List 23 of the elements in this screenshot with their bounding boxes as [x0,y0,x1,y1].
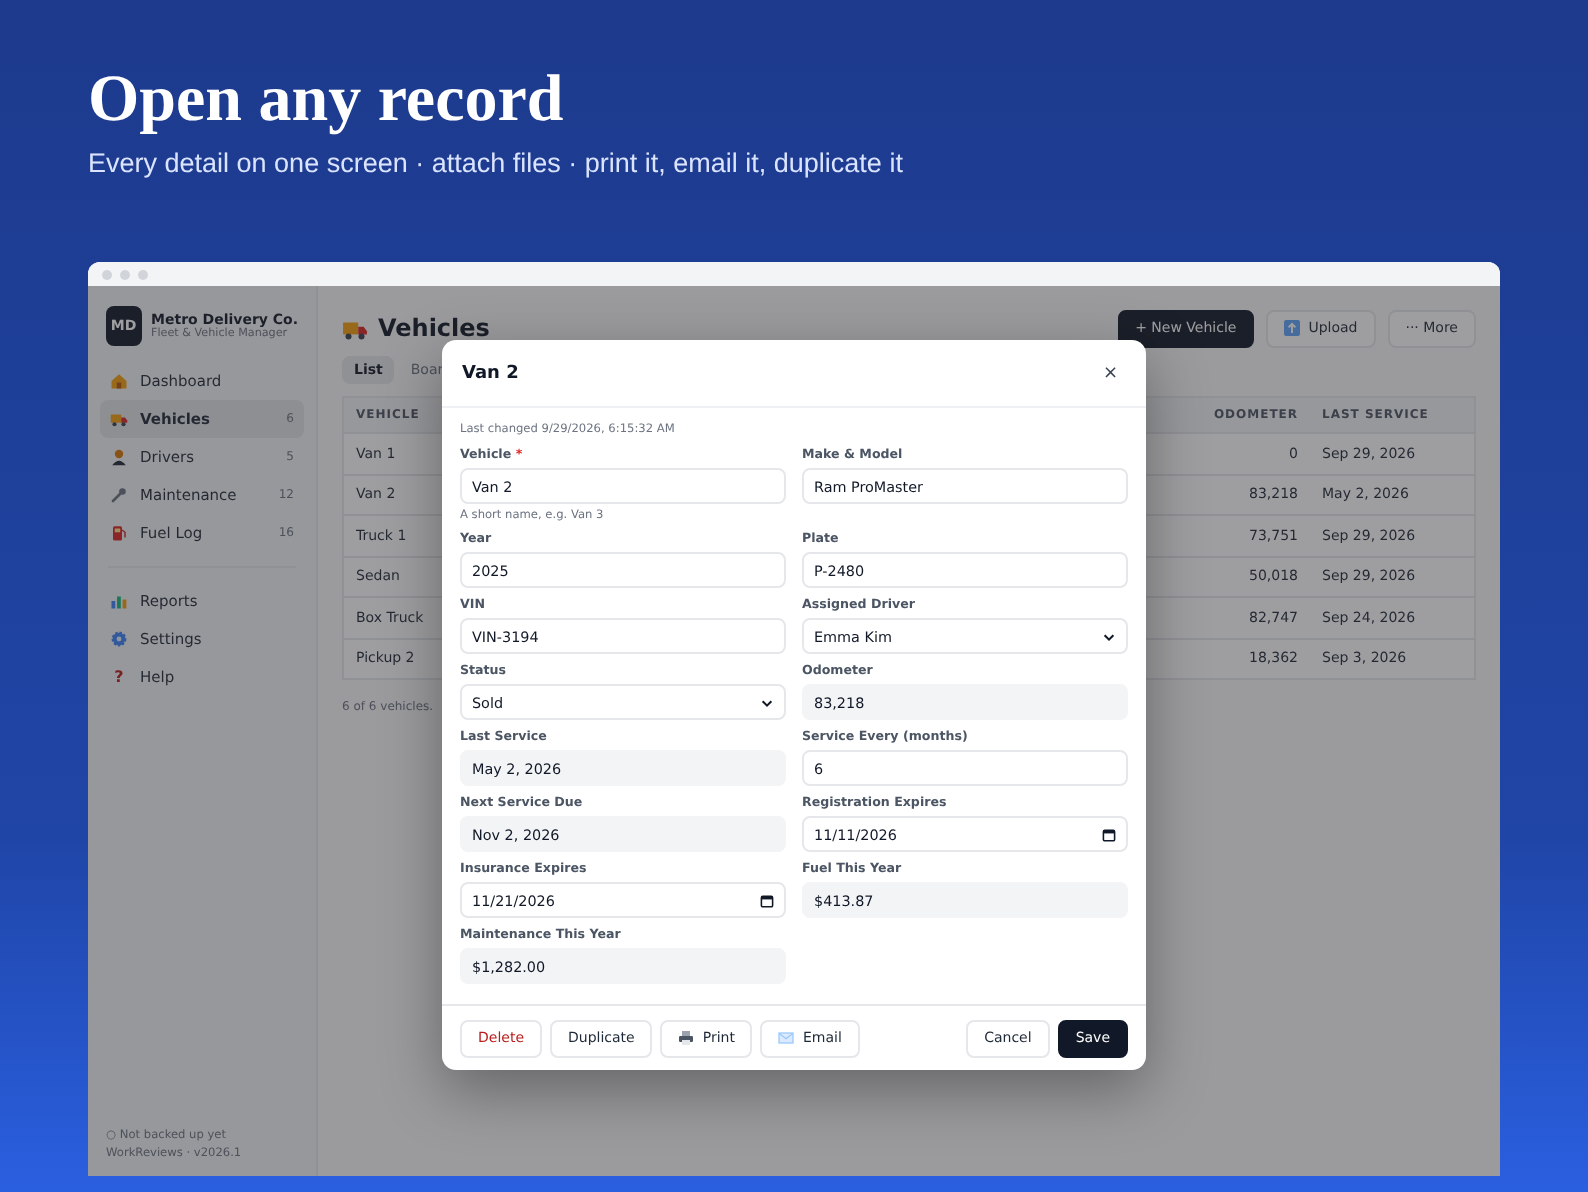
envelope-icon [778,1030,795,1046]
window-dot[interactable] [138,269,148,279]
subheadline: Every detail on one screen · attach files · print it, email it, duplicate it [88,148,905,178]
window-dot[interactable] [120,269,130,279]
fuel-pump-icon [110,524,128,542]
printer-icon [678,1030,695,1046]
page-title: Vehicles [378,314,490,342]
upload-icon [1284,320,1301,336]
person-icon [110,448,128,466]
window-dot[interactable] [102,269,112,279]
help-glyph: ? [112,668,126,686]
calendar-icon [1102,827,1116,841]
home-icon [110,372,128,390]
wrench-icon [110,486,128,504]
chevron-down-icon [760,695,774,709]
calendar-icon [760,893,774,907]
gear-icon [110,630,128,648]
close-button[interactable]: × [1094,359,1126,387]
chevron-down-icon [1102,629,1116,643]
dialog-title: Van 2 [462,363,519,383]
headline: Open any record [88,62,566,140]
truck-icon [110,410,128,428]
bar-chart-icon [110,592,128,610]
